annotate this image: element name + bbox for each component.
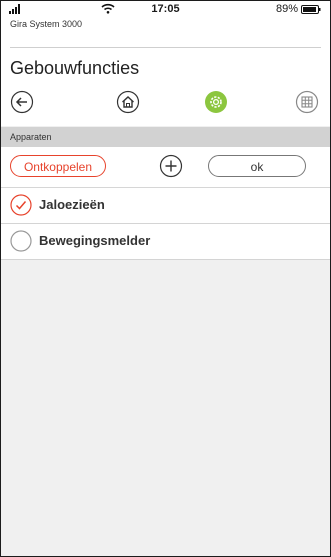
header: 17:05 89% Gira System 3000 Gebouwfunctie… (1, 1, 330, 126)
ok-button[interactable]: ok (208, 155, 306, 177)
grid-icon (295, 90, 319, 114)
header-divider (10, 47, 321, 48)
page-title: Gebouwfuncties (10, 58, 140, 78)
settings-icon (205, 91, 227, 113)
plus-icon (159, 154, 183, 178)
back-icon (10, 90, 34, 114)
system-name: Gira System 3000 (10, 19, 83, 29)
unlink-button[interactable]: Ontkoppelen (10, 155, 106, 177)
back-button[interactable] (10, 90, 34, 114)
unchecked-circle-icon (10, 230, 32, 252)
section-label: Apparaten (10, 132, 52, 142)
device-label: Jaloezieën (39, 197, 105, 212)
action-bar: Ontkoppelen ok (1, 147, 330, 188)
device-row-jaloezieen[interactable]: Jaloezieën (1, 188, 330, 224)
check-icon (10, 194, 32, 216)
battery-percentage: 89% (275, 3, 298, 15)
phone-frame: 17:05 89% Gira System 3000 Gebouwfunctie… (0, 0, 331, 557)
settings-button[interactable] (204, 90, 228, 114)
home-button[interactable] (116, 90, 140, 114)
device-row-bewegingsmelder[interactable]: Bewegingsmelder (1, 224, 330, 260)
status-bar: 17:05 89% (1, 1, 330, 18)
nav-bar (1, 87, 330, 119)
battery-icon (301, 5, 321, 14)
home-icon (116, 90, 140, 114)
section-header: Apparaten (1, 127, 330, 147)
device-label: Bewegingsmelder (39, 233, 151, 248)
grid-button[interactable] (295, 90, 319, 114)
add-button[interactable] (159, 154, 183, 178)
